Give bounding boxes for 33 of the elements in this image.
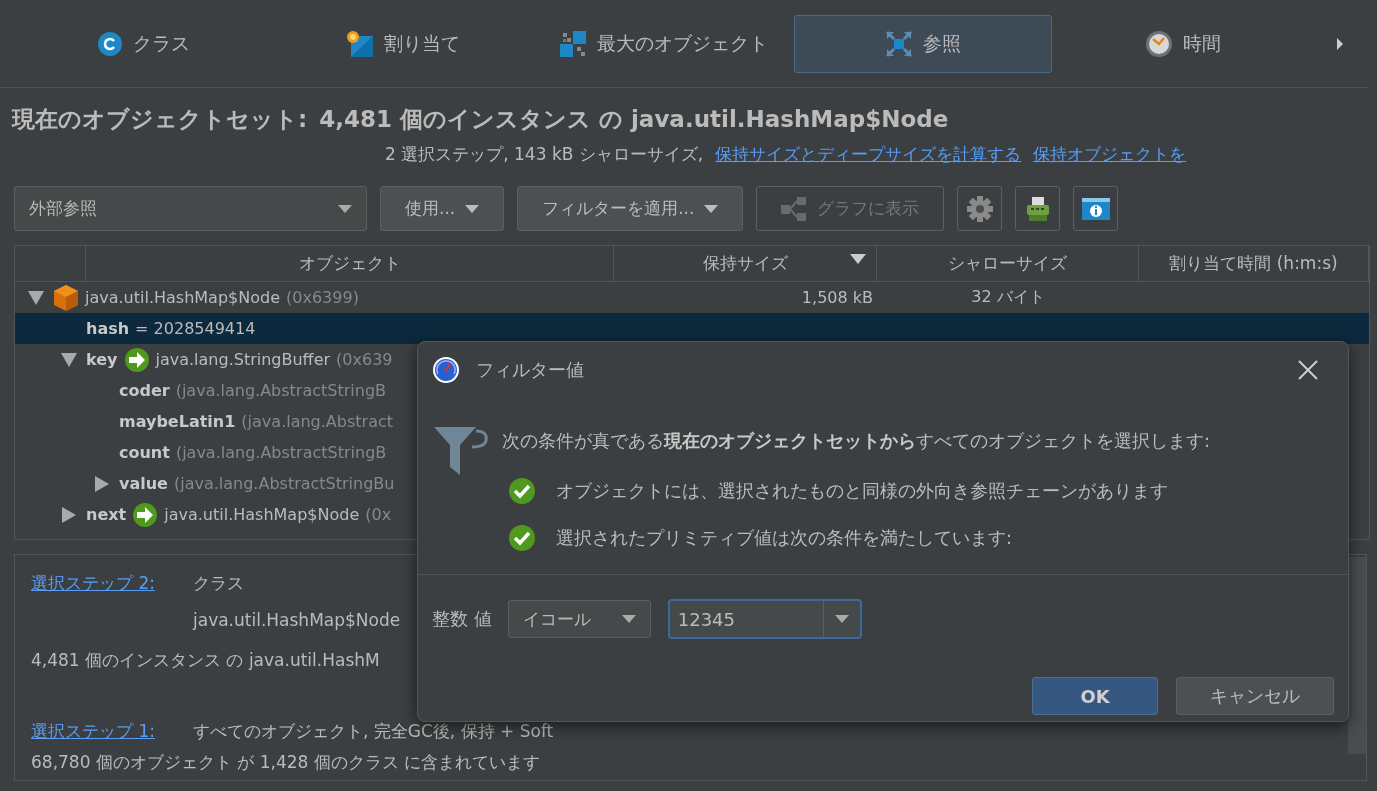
object-label: = 2028549414 [135,319,256,338]
dialog-message: 次の条件が真である現在のオブジェクトセットからすべてのオブジェクトを選択します: [502,429,1211,453]
value-label: 整数 値 [432,607,492,631]
shallow-size: 32 バイト [971,287,1045,308]
object-detail: (0x6399) [286,288,359,307]
step-description: java.util.HashMap$Node [193,609,401,631]
field-name: next [86,505,127,524]
dialog-title: フィルター値 [476,358,585,382]
field-name: value [119,474,168,493]
step-result: 68,780 個のオブジェクト が 1,428 個のクラス に含まれています [31,751,542,773]
object-detail: (0x639 [336,350,393,369]
object-label: java.util.HashMap$Node [85,288,280,307]
condition-text: 選択されたプリミティブ値は次の条件を満たしています: [556,526,1013,550]
field-name: key [86,350,118,369]
object-detail: (java.lang.AbstractStringBu [173,474,395,493]
object-detail: (0x [365,505,392,524]
set-label: 現在のオブジェクトセット: [12,105,308,134]
field-name: coder [119,381,170,400]
set-description: 4,481 個のインスタンス の java.util.HashMap$Node [319,105,949,134]
object-label: java.util.HashMap$Node [164,505,360,524]
step-description: すべてのオブジェクト, 完全GC後, 保持 + Soft [193,720,554,742]
field-name: maybeLatin1 [119,412,236,431]
object-detail: (java.lang.AbstractStringB [175,443,387,462]
object-detail: (java.lang.Abstract [241,412,393,431]
object-detail: (java.lang.AbstractStringB [175,381,387,400]
object-label: java.lang.StringBuffer [155,350,331,369]
condition-text: オブジェクトには、選択されたものと同様の外向き参照チェーンがあります [556,479,1168,503]
step-description: クラス [193,572,245,594]
retained-size: 1,508 kB [801,288,873,307]
step-result: 4,481 個のインスタンス の java.util.HashM [31,649,381,671]
field-name: count [119,443,170,462]
field-name: hash [86,319,130,338]
summary-text: 2 選択ステップ, 143 kB シャローサイズ, [385,143,704,166]
